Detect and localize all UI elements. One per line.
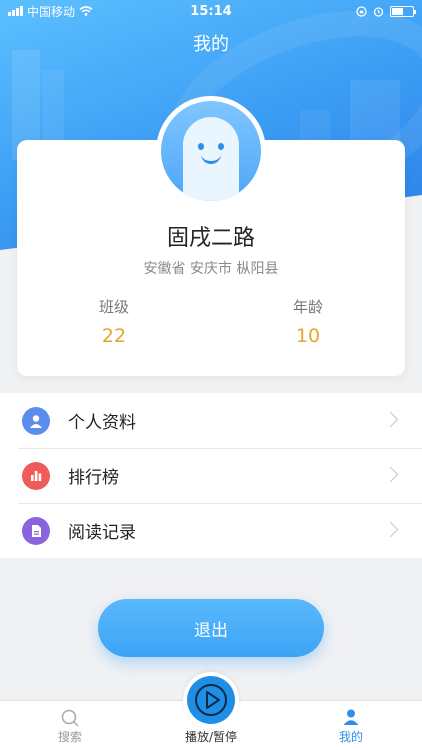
- stat-age: 年龄 10: [248, 296, 368, 347]
- stat-value: 22: [101, 325, 127, 347]
- play-pause-button[interactable]: [183, 672, 239, 728]
- chevron-right-icon: [382, 521, 399, 538]
- status-right: [356, 5, 416, 17]
- stat-value: 10: [295, 325, 321, 347]
- menu-item-label: 阅读记录: [68, 523, 136, 543]
- menu-item-label: 个人资料: [68, 413, 136, 433]
- menu-item-reading-history[interactable]: 阅读记录: [0, 503, 422, 558]
- menu-item-label: 排行榜: [68, 468, 119, 488]
- stat-label: 年龄: [292, 298, 323, 316]
- tab-label: 我的: [338, 730, 363, 744]
- user-name: 固戌二路: [166, 226, 255, 251]
- ghost-avatar-icon: [161, 101, 261, 201]
- status-time: 15:14: [190, 3, 232, 19]
- tab-label: 搜索: [57, 730, 82, 744]
- person-icon: [22, 406, 50, 435]
- logout-button[interactable]: 退出: [98, 599, 324, 657]
- tab-mine[interactable]: 我的: [306, 701, 396, 750]
- menu-item-profile[interactable]: 个人资料: [0, 393, 422, 448]
- status-left: 中国移动: [8, 3, 93, 20]
- battery-icon: [390, 5, 416, 17]
- menu-item-ranking[interactable]: 排行榜: [0, 448, 422, 503]
- carrier-label: 中国移动: [27, 4, 76, 19]
- page-title: 我的: [193, 34, 229, 55]
- chevron-right-icon: [382, 466, 399, 483]
- bar-chart-icon: [22, 461, 50, 490]
- stat-class: 班级 22: [54, 296, 174, 347]
- stat-label: 班级: [98, 298, 129, 316]
- play-icon: [187, 676, 235, 724]
- search-icon: [61, 709, 79, 727]
- status-bar: 中国移动 15:14: [0, 0, 422, 22]
- chevron-right-icon: [382, 411, 399, 428]
- signal-icon: [8, 6, 23, 16]
- avatar[interactable]: [156, 96, 266, 206]
- person-icon: [343, 709, 359, 725]
- tab-search[interactable]: 搜索: [25, 701, 115, 750]
- tab-label: 播放/暂停: [184, 730, 238, 744]
- user-location: 安徽省 安庆市 枞阳县: [143, 261, 279, 277]
- menu-list: 个人资料 排行榜 阅读记录: [0, 393, 422, 558]
- rotation-lock-icon: [356, 5, 367, 17]
- document-icon: [22, 516, 50, 545]
- wifi-icon: [79, 6, 93, 16]
- alarm-icon: [373, 6, 384, 17]
